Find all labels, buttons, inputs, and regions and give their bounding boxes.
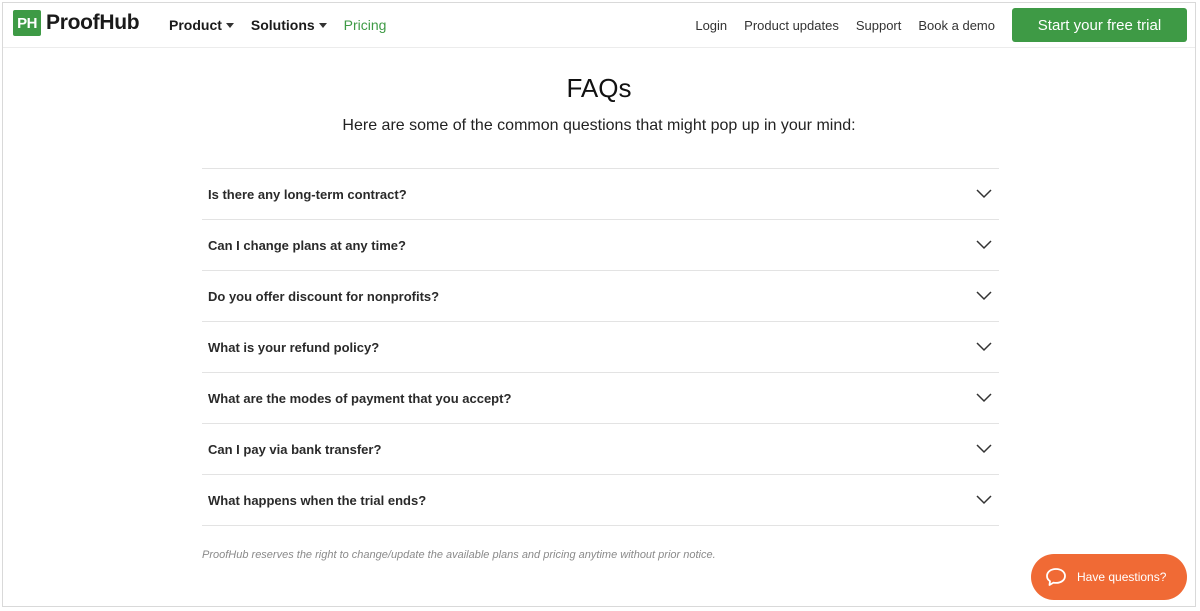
start-free-trial-button[interactable]: Start your free trial	[1012, 8, 1187, 42]
primary-nav: Product Solutions Pricing	[169, 3, 386, 47]
nav-product[interactable]: Product	[169, 17, 234, 33]
logo-text: ProofHub	[46, 11, 140, 34]
faq-item[interactable]: What happens when the trial ends?	[202, 475, 999, 526]
nav-solutions-label: Solutions	[250, 17, 315, 33]
chevron-down-icon[interactable]	[975, 236, 993, 254]
proofhub-logo[interactable]: PH ProofHub	[13, 10, 140, 36]
pricing-disclaimer: ProofHub reserves the right to change/up…	[202, 549, 716, 561]
login-link[interactable]: Login	[695, 18, 727, 33]
faq-list: Is there any long-term contract? Can I c…	[202, 168, 999, 526]
chevron-down-icon[interactable]	[975, 389, 993, 407]
faq-question: Can I pay via bank transfer?	[208, 441, 382, 457]
faq-item[interactable]: What are the modes of payment that you a…	[202, 373, 999, 424]
nav-pricing[interactable]: Pricing	[344, 17, 387, 33]
faq-question: Is there any long-term contract?	[208, 186, 407, 202]
chevron-down-icon[interactable]	[975, 491, 993, 509]
chat-bubble-icon	[1045, 567, 1067, 587]
faq-question: What are the modes of payment that you a…	[208, 390, 512, 406]
faq-item[interactable]: Do you offer discount for nonprofits?	[202, 271, 999, 322]
caret-down-icon	[318, 22, 327, 28]
faq-question: What happens when the trial ends?	[208, 492, 427, 508]
chevron-down-icon[interactable]	[975, 338, 993, 356]
book-demo-link[interactable]: Book a demo	[918, 18, 995, 33]
page-title: FAQs	[566, 73, 632, 103]
faq-question: Can I change plans at any time?	[208, 237, 406, 253]
page-subtitle: Here are some of the common questions th…	[342, 117, 856, 134]
chevron-down-icon[interactable]	[975, 287, 993, 305]
support-link[interactable]: Support	[856, 18, 902, 33]
faq-question: Do you offer discount for nonprofits?	[208, 288, 440, 304]
faq-item[interactable]: Can I change plans at any time?	[202, 220, 999, 271]
nav-pricing-label: Pricing	[343, 17, 387, 33]
secondary-nav: Login Product updates Support Book a dem…	[695, 3, 1187, 47]
faq-question: What is your refund policy?	[208, 339, 380, 355]
have-questions-button[interactable]: Have questions?	[1031, 554, 1187, 600]
product-updates-link[interactable]: Product updates	[744, 18, 839, 33]
site-header: PH ProofHub Product Solutions Pricing Lo…	[3, 3, 1195, 48]
nav-solutions[interactable]: Solutions	[251, 17, 327, 33]
faq-item[interactable]: Can I pay via bank transfer?	[202, 424, 999, 475]
caret-down-icon	[225, 22, 234, 28]
page-frame: PH ProofHub Product Solutions Pricing Lo…	[2, 2, 1196, 607]
have-questions-label: Have questions?	[1077, 570, 1167, 584]
chevron-down-icon[interactable]	[975, 440, 993, 458]
faq-item[interactable]: Is there any long-term contract?	[202, 169, 999, 220]
chevron-down-icon[interactable]	[975, 185, 993, 203]
faq-item[interactable]: What is your refund policy?	[202, 322, 999, 373]
logo-badge: PH	[13, 10, 41, 36]
nav-product-label: Product	[169, 17, 222, 33]
